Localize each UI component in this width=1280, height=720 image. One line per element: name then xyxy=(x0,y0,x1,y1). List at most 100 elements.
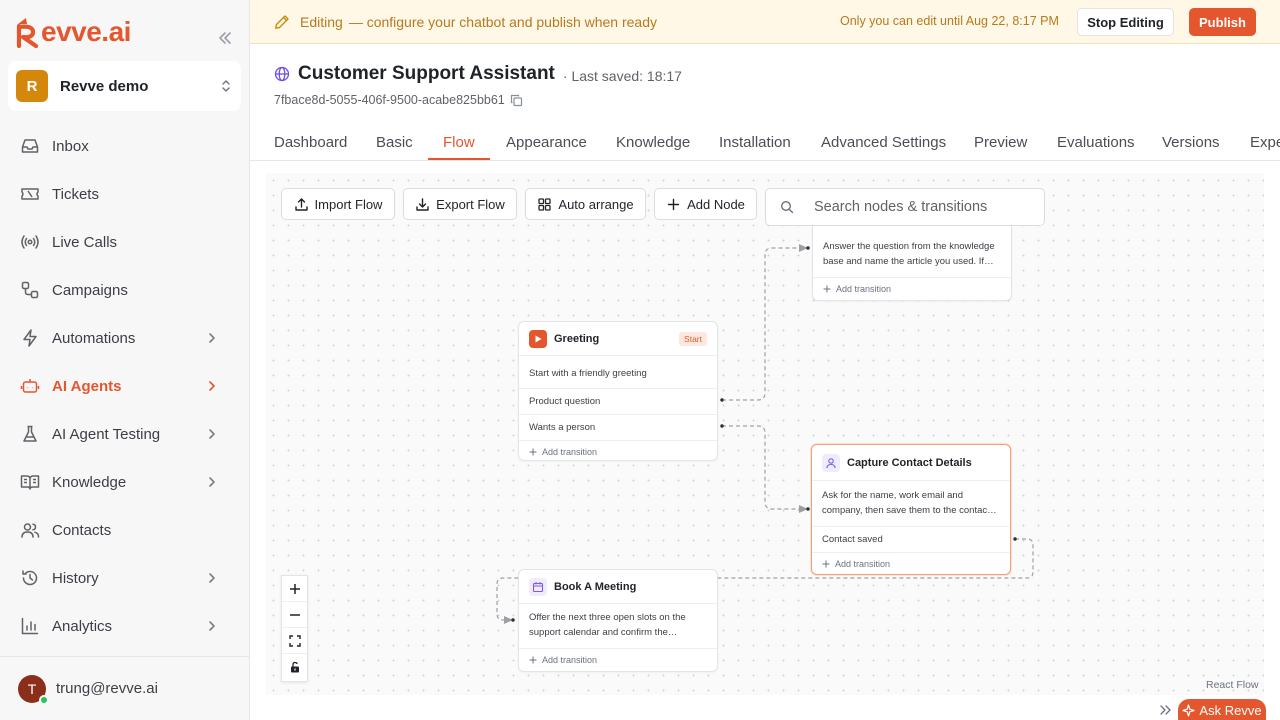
edge-arrow xyxy=(504,616,513,624)
tab-installation[interactable]: Installation xyxy=(719,134,791,151)
sidebar-item-ai-agent-testing[interactable]: AI Agent Testing xyxy=(0,410,249,458)
add-transition-button[interactable]: Add transition xyxy=(519,441,717,463)
tab-versions[interactable]: Versions xyxy=(1162,134,1220,151)
route-icon xyxy=(21,281,39,299)
transition-product-question[interactable]: Product question xyxy=(519,389,717,415)
chevron-right-icon xyxy=(209,573,215,583)
fit-view-button[interactable] xyxy=(282,628,307,654)
users-icon xyxy=(21,523,40,538)
export-flow-button[interactable]: Export Flow xyxy=(403,188,517,220)
edge-handle xyxy=(511,618,515,622)
node-header: Book A Meeting xyxy=(519,570,717,604)
stop-editing-button[interactable]: Stop Editing xyxy=(1077,8,1174,36)
flow-node-capture-contact-details[interactable]: Capture Contact Details Ask for the name… xyxy=(811,444,1011,575)
node-title: Greeting xyxy=(554,332,600,345)
add-transition-button[interactable]: Add transition xyxy=(519,649,717,671)
sidebar-item-contacts[interactable]: Contacts xyxy=(0,506,249,554)
node-header: Greeting Start xyxy=(519,322,717,356)
chevron-right-icon xyxy=(209,333,215,343)
tab-knowledge[interactable]: Knowledge xyxy=(616,134,690,151)
sidebar-item-label: Tickets xyxy=(52,185,99,203)
node-search[interactable] xyxy=(765,188,1045,226)
publish-button[interactable]: Publish xyxy=(1189,8,1256,36)
tab-basic[interactable]: Basic xyxy=(376,134,413,151)
ticket-icon xyxy=(21,188,39,200)
node-header: Capture Contact Details xyxy=(812,445,1010,481)
start-badge: Start xyxy=(679,331,707,346)
tab-flow[interactable]: Flow xyxy=(443,134,475,151)
grid-icon xyxy=(538,197,552,211)
flow-node-knowledge-answer[interactable]: Answer the question from the knowledge b… xyxy=(812,226,1012,301)
sidebar-item-automations[interactable]: Automations xyxy=(0,314,249,362)
history-icon xyxy=(22,570,38,586)
sidebar-item-tickets[interactable]: Tickets xyxy=(0,170,249,218)
add-transition-button[interactable]: Add transition xyxy=(813,278,1011,300)
add-transition-label: Add transition xyxy=(836,284,892,294)
collapse-sidebar-icon[interactable] xyxy=(215,28,235,48)
node-title: Book A Meeting xyxy=(554,580,637,593)
flask-icon xyxy=(23,425,37,442)
search-input[interactable] xyxy=(814,199,1044,215)
zoom-in-button[interactable] xyxy=(282,576,307,602)
editing-label: Editing xyxy=(300,13,343,30)
page-header: Customer Support Assistant · Last saved:… xyxy=(274,63,682,85)
tab-dashboard[interactable]: Dashboard xyxy=(274,134,347,151)
user-menu[interactable]: T trung@revve.ai xyxy=(0,656,249,720)
brand-logo[interactable]: evve.ai xyxy=(16,14,131,50)
agent-tabs: Dashboard Basic Flow Appearance Knowledg… xyxy=(250,126,1280,161)
add-transition-label: Add transition xyxy=(542,447,598,457)
plus-icon xyxy=(529,448,537,456)
flow-node-book-a-meeting[interactable]: Book A Meeting Offer the next three open… xyxy=(518,569,718,672)
plus-icon xyxy=(823,285,831,293)
transition-wants-a-person[interactable]: Wants a person xyxy=(519,415,717,441)
sidebar-item-label: AI Agent Testing xyxy=(52,425,161,443)
sidebar-item-live-calls[interactable]: Live Calls xyxy=(0,218,249,266)
zoom-out-button[interactable] xyxy=(282,602,307,628)
calendar-icon xyxy=(529,577,547,596)
add-transition-button[interactable]: Add transition xyxy=(812,553,1010,575)
revve-logo-icon xyxy=(16,18,39,48)
add-transition-label: Add transition xyxy=(542,655,598,665)
copy-icon[interactable] xyxy=(510,94,523,107)
react-flow-attribution[interactable]: React Flow xyxy=(1206,679,1259,691)
sidebar-item-label: Live Calls xyxy=(52,233,118,251)
sidebar-item-history[interactable]: History xyxy=(0,554,249,602)
sidebar-item-campaigns[interactable]: Campaigns xyxy=(0,266,249,314)
last-saved-text: · Last saved: 18:17 xyxy=(562,67,682,84)
sidebar-nav: Inbox Tickets Live Calls Campaigns Autom… xyxy=(0,122,249,650)
workspace-switcher[interactable]: R Revve demo xyxy=(8,61,241,111)
import-flow-button[interactable]: Import Flow xyxy=(281,188,395,220)
sidebar-item-analytics[interactable]: Analytics xyxy=(0,602,249,650)
avatar-initial: T xyxy=(27,680,37,697)
ask-revve-button[interactable]: Ask Revve xyxy=(1178,699,1266,720)
sidebar-item-inbox[interactable]: Inbox xyxy=(0,122,249,170)
play-icon xyxy=(529,329,547,348)
sidebar-item-knowledge[interactable]: Knowledge xyxy=(0,458,249,506)
flow-node-greeting[interactable]: Greeting Start Start with a friendly gre… xyxy=(518,321,718,461)
tab-advanced-settings[interactable]: Advanced Settings xyxy=(821,134,946,151)
tab-appearance[interactable]: Appearance xyxy=(506,134,587,151)
agent-id: 7fbace8d-5055-406f-9500-acabe825bb61 xyxy=(274,93,505,107)
plus-icon xyxy=(822,560,830,568)
edge-product-question xyxy=(722,247,804,401)
plus-icon xyxy=(667,198,680,210)
tab-evaluations[interactable]: Evaluations xyxy=(1057,134,1135,151)
transition-contact-saved[interactable]: Contact saved xyxy=(812,527,1010,553)
auto-arrange-button[interactable]: Auto arrange xyxy=(525,188,646,220)
tab-preview[interactable]: Preview xyxy=(974,134,1027,151)
zoom-controls xyxy=(281,575,308,682)
node-description: Start with a friendly greeting xyxy=(519,356,717,389)
lock-icon xyxy=(290,661,299,673)
add-transition-label: Add transition xyxy=(835,559,891,569)
edit-lock-note: Only you can edit until Aug 22, 8:17 PM xyxy=(840,14,1059,28)
tab-experiments[interactable]: Expe xyxy=(1250,134,1280,151)
sidebar-item-ai-agents[interactable]: AI Agents xyxy=(0,362,249,410)
lock-button[interactable] xyxy=(282,654,307,680)
chevrons-right-icon[interactable] xyxy=(1157,702,1173,718)
add-node-button[interactable]: Add Node xyxy=(654,188,757,220)
fit-view-icon xyxy=(288,634,301,647)
active-tab-indicator xyxy=(428,158,490,160)
bot-icon xyxy=(20,379,40,393)
edit-mode-banner: Editing — configure your chatbot and pub… xyxy=(250,0,1280,44)
flow-canvas[interactable]: Answer the question from the knowledge b… xyxy=(266,173,1264,695)
